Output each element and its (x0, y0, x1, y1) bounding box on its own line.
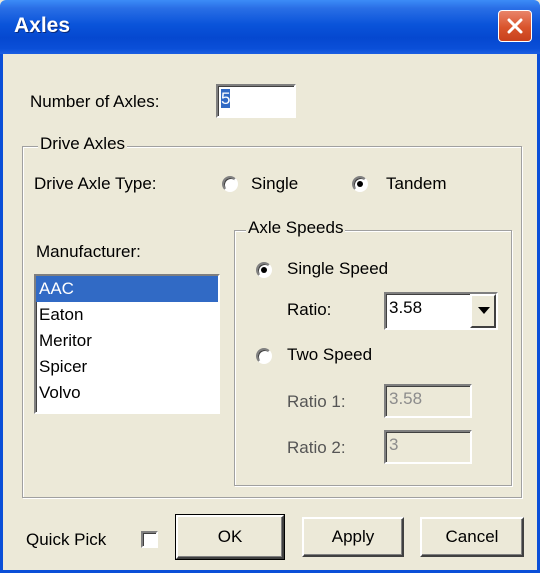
apply-button[interactable]: Apply (302, 517, 404, 557)
quick-pick-checkbox[interactable] (141, 531, 158, 548)
ratio2-label: Ratio 2: (287, 438, 346, 457)
cancel-button[interactable]: Cancel (420, 517, 524, 557)
number-of-axles-input[interactable]: 5 (216, 84, 296, 118)
ratio-label: Ratio: (287, 300, 332, 319)
single-axle-label[interactable]: Single (251, 174, 298, 194)
ratio1-label: Ratio 1: (287, 392, 346, 411)
manufacturer-label: Manufacturer: (36, 242, 141, 261)
ok-button[interactable]: OK (175, 514, 285, 560)
number-of-axles-label: Number of Axles: (30, 92, 160, 111)
close-button[interactable] (498, 10, 532, 42)
single-speed-radio[interactable] (256, 262, 272, 278)
drive-axles-legend: Drive Axles (38, 134, 128, 154)
ratio2-input[interactable]: 3 (384, 430, 472, 464)
two-speed-radio[interactable] (256, 348, 272, 364)
quick-pick-label: Quick Pick (26, 530, 107, 549)
drive-axle-type-label: Drive Axle Type: (34, 174, 157, 193)
tandem-axle-radio[interactable] (352, 176, 368, 192)
ratio-dropdown[interactable]: 3.58 (384, 292, 498, 330)
ratio1-input[interactable]: 3.58 (384, 384, 472, 418)
number-of-axles-value: 5 (221, 89, 231, 108)
list-item[interactable]: Volvo (36, 380, 218, 406)
manufacturer-listbox[interactable]: AAC Eaton Meritor Spicer Volvo (34, 274, 220, 414)
single-speed-label[interactable]: Single Speed (287, 259, 388, 279)
close-icon (507, 18, 523, 34)
list-item[interactable]: Eaton (36, 302, 218, 328)
chevron-down-icon[interactable] (470, 294, 496, 328)
title-bar[interactable]: Axles (0, 0, 540, 54)
list-item[interactable]: Meritor (36, 328, 218, 354)
ratio1-value: 3.58 (389, 389, 423, 408)
list-item[interactable]: Spicer (36, 354, 218, 380)
two-speed-label[interactable]: Two Speed (287, 345, 372, 365)
single-axle-radio[interactable] (222, 176, 238, 192)
list-item[interactable]: AAC (36, 276, 218, 302)
window-title: Axles (14, 14, 71, 37)
ratio-value: 3.58 (389, 298, 423, 317)
ratio2-value: 3 (389, 435, 399, 454)
tandem-axle-label[interactable]: Tandem (386, 174, 446, 194)
axle-speeds-legend: Axle Speeds (246, 218, 346, 238)
